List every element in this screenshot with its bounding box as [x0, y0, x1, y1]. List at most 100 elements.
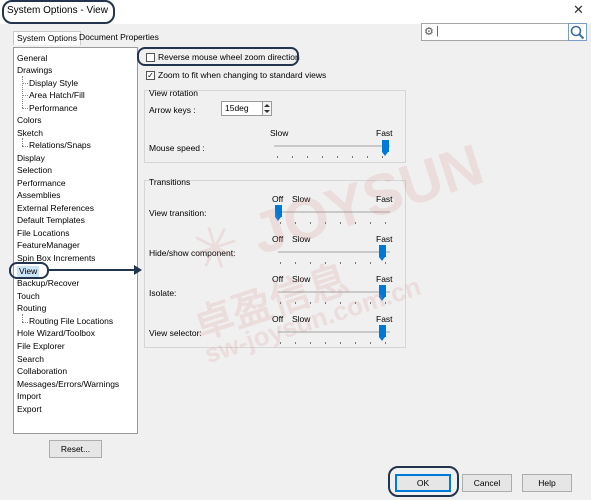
slider-tick	[280, 302, 281, 304]
slider-tick	[280, 342, 281, 344]
transition-slider-thumb[interactable]	[379, 285, 386, 301]
slider-tick	[310, 222, 311, 224]
tree-item-search[interactable]: Search	[17, 354, 44, 365]
transitions-title: Transitions	[149, 177, 191, 187]
spin-up-icon[interactable]	[264, 104, 270, 107]
tree-item-selection[interactable]: Selection	[17, 165, 52, 176]
tree-item-export[interactable]: Export	[17, 404, 42, 415]
text-cursor: |	[436, 25, 439, 37]
slider-tick	[355, 342, 356, 344]
slider-tick	[355, 262, 356, 264]
mouse-speed-fast-label: Fast	[376, 128, 393, 138]
tree-item-drawings-performance[interactable]: Performance	[29, 103, 78, 114]
cancel-button[interactable]: Cancel	[462, 474, 512, 492]
options-tree[interactable]: General Drawings Display Style Area Hatc…	[13, 47, 138, 434]
transition-off-label: Off	[272, 274, 284, 284]
tree-item-display[interactable]: Display	[17, 153, 45, 164]
slider-tick	[385, 302, 386, 304]
tree-connector	[22, 95, 28, 96]
arrow-keys-label: Arrow keys :	[149, 105, 196, 115]
highlight-oval-title	[2, 0, 115, 24]
slider-tick	[310, 302, 311, 304]
transition-fast-label: Fast	[376, 234, 393, 244]
search-button[interactable]	[568, 23, 587, 41]
slider-tick	[385, 342, 386, 344]
tree-item-hole-wizard-toolbox[interactable]: Hole Wizard/Toolbox	[17, 328, 95, 339]
gear-icon[interactable]: ⚙	[424, 25, 434, 38]
tree-item-touch[interactable]: Touch	[17, 291, 40, 302]
transition-slider[interactable]	[278, 331, 390, 333]
transition-fast-label: Fast	[376, 194, 393, 204]
transition-slider-thumb[interactable]	[379, 245, 386, 261]
tree-item-routing[interactable]: Routing	[17, 303, 46, 314]
tree-item-performance[interactable]: Performance	[17, 178, 66, 189]
transition-slow-label: Slow	[292, 274, 311, 284]
slider-tick	[322, 156, 323, 158]
tree-connector	[22, 322, 28, 323]
tree-connector	[22, 146, 28, 147]
slider-tick	[370, 222, 371, 224]
transition-row-label: View selector:	[149, 328, 202, 338]
transition-slider[interactable]	[278, 291, 390, 293]
mouse-speed-label: Mouse speed :	[149, 143, 205, 153]
tree-item-display-style[interactable]: Display Style	[29, 78, 78, 89]
tree-item-routing-file-locations[interactable]: Routing File Locations	[29, 316, 113, 327]
slider-tick	[340, 262, 341, 264]
tab-system-options[interactable]: System Options	[13, 31, 81, 45]
tree-item-collaboration[interactable]: Collaboration	[17, 366, 67, 377]
tree-item-messages-errors-warnings[interactable]: Messages/Errors/Warnings	[17, 379, 119, 390]
tree-connector	[22, 76, 23, 108]
tree-item-area-hatch-fill[interactable]: Area Hatch/Fill	[29, 90, 85, 101]
slider-tick	[295, 302, 296, 304]
tree-connector	[22, 314, 23, 322]
transition-row-label: Isolate:	[149, 288, 177, 298]
tab-document-properties[interactable]: Document Properties	[76, 31, 162, 45]
slider-tick	[280, 222, 281, 224]
arrow-keys-input[interactable]: 15deg	[221, 101, 263, 116]
transition-slider[interactable]	[278, 251, 390, 253]
tree-item-assemblies[interactable]: Assemblies	[17, 190, 60, 201]
tree-item-general[interactable]: General	[17, 53, 47, 64]
spin-down-icon[interactable]	[264, 110, 270, 113]
mouse-speed-slider[interactable]	[274, 145, 390, 147]
tree-item-external-references[interactable]: External References	[17, 203, 94, 214]
transition-slider[interactable]	[278, 211, 390, 213]
tree-connector	[22, 83, 28, 84]
tree-item-default-templates[interactable]: Default Templates	[17, 215, 85, 226]
tree-item-file-locations[interactable]: File Locations	[17, 228, 69, 239]
tree-item-colors[interactable]: Colors	[17, 115, 42, 126]
tree-item-featuremanager[interactable]: FeatureManager	[17, 240, 80, 251]
slider-tick	[382, 156, 383, 158]
slider-tick	[352, 156, 353, 158]
arrow-keys-spinner[interactable]	[262, 101, 272, 116]
slider-tick	[325, 222, 326, 224]
transition-off-label: Off	[272, 234, 284, 244]
tree-item-backup-recover[interactable]: Backup/Recover	[17, 278, 79, 289]
slider-tick	[325, 302, 326, 304]
close-icon[interactable]: ✕	[573, 2, 584, 18]
tree-item-relations-snaps[interactable]: Relations/Snaps	[29, 140, 91, 151]
tree-item-drawings[interactable]: Drawings	[17, 65, 52, 76]
transition-off-label: Off	[272, 314, 284, 324]
zoom-to-fit-checkbox[interactable]: ✓	[146, 71, 155, 80]
transition-row-label: Hide/show component:	[149, 248, 236, 258]
slider-tick	[370, 302, 371, 304]
reset-button[interactable]: Reset...	[49, 440, 102, 458]
slider-tick	[292, 156, 293, 158]
help-button[interactable]: Help	[522, 474, 572, 492]
zoom-to-fit-label: Zoom to fit when changing to standard vi…	[158, 70, 327, 80]
mouse-speed-thumb[interactable]	[382, 140, 389, 156]
tree-item-import[interactable]: Import	[17, 391, 41, 402]
slider-tick	[337, 156, 338, 158]
tree-connector	[22, 138, 23, 146]
transition-slow-label: Slow	[292, 234, 311, 244]
highlight-oval-view	[9, 262, 49, 279]
search-input[interactable]: ⚙ |	[421, 23, 570, 41]
transition-row-label: View transition:	[149, 208, 207, 218]
highlight-oval-reverse-wheel	[137, 47, 299, 66]
tree-item-file-explorer[interactable]: File Explorer	[17, 341, 65, 352]
slider-tick	[307, 156, 308, 158]
transition-slider-thumb[interactable]	[379, 325, 386, 341]
transition-slider-thumb[interactable]	[275, 205, 282, 221]
tree-item-sketch[interactable]: Sketch	[17, 128, 43, 139]
